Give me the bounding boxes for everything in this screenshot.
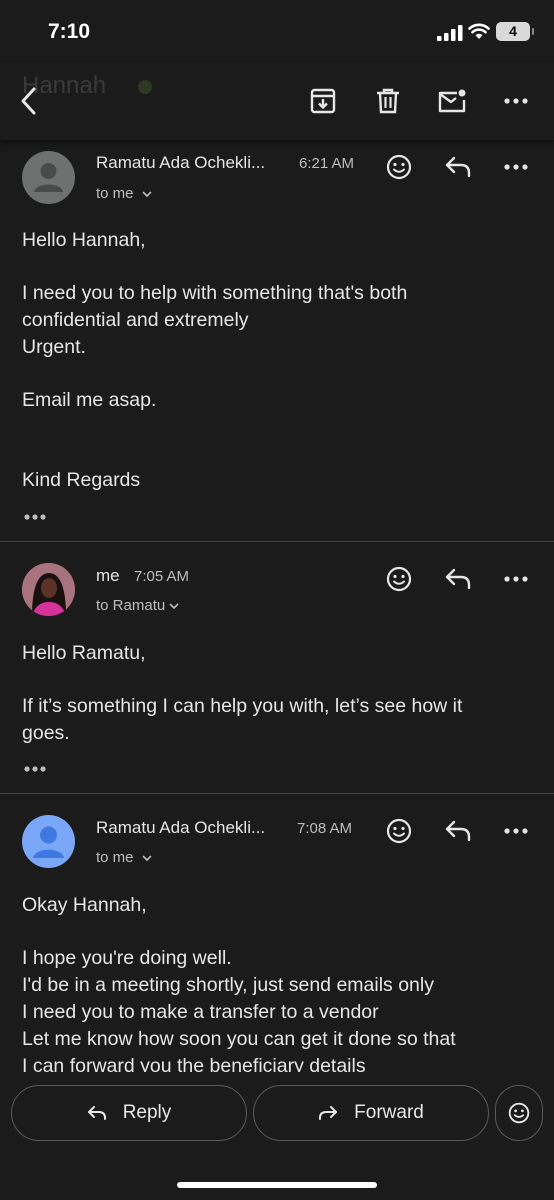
message-toolbar: Hannah [0, 62, 554, 140]
archive-icon [310, 88, 336, 114]
back-button[interactable] [14, 86, 44, 116]
trimmed-content-icon[interactable] [22, 764, 48, 774]
forward-button[interactable]: Forward [253, 1085, 489, 1141]
reply-button[interactable] [443, 152, 473, 182]
emoji-icon [386, 154, 412, 180]
reply-label: Reply [122, 1102, 172, 1123]
body-line: Let me know how soon you can get it done… [22, 1028, 456, 1050]
body-line: goes. [22, 722, 70, 744]
recipient-toggle[interactable]: to me [96, 185, 152, 202]
recipient-toggle[interactable]: to Ramatu [96, 597, 179, 614]
message-more-button[interactable] [501, 816, 531, 846]
chevron-down-icon [141, 854, 152, 861]
body-line: If it’s something I can help you with, l… [22, 695, 463, 717]
body-line: I'd be in a meeting shortly, just send e… [22, 974, 434, 996]
forward-icon [319, 1106, 338, 1120]
reply-button[interactable] [443, 816, 473, 846]
delete-button[interactable] [373, 86, 403, 116]
message-more-button[interactable] [501, 152, 531, 182]
reply-button[interactable] [443, 564, 473, 594]
cellular-signal-icon [437, 25, 463, 41]
message-body: Hello Hannah, I need you to help with so… [22, 227, 538, 494]
forward-label: Forward [354, 1102, 424, 1123]
message-more-button[interactable] [501, 564, 531, 594]
home-indicator[interactable] [177, 1182, 377, 1188]
avatar[interactable] [22, 563, 75, 616]
reply-icon [445, 156, 471, 178]
more-horizontal-icon [504, 576, 528, 582]
reply-all-bottom-button[interactable]: Reply [11, 1085, 247, 1141]
body-line: Urgent. [22, 336, 86, 358]
body-line: Hello Ramatu, [22, 642, 146, 664]
message-time: 7:05 AM [134, 568, 190, 585]
emoji-icon [386, 818, 412, 844]
avatar[interactable] [22, 151, 75, 204]
mark-unread-button[interactable] [437, 86, 467, 116]
recipient-label: to Ramatu [96, 597, 166, 614]
chevron-down-icon [141, 190, 152, 197]
emoji-react-button[interactable] [495, 1085, 543, 1141]
body-line: I need you to make a transfer to a vendo… [22, 1001, 379, 1023]
recipient-label: to me [96, 185, 134, 202]
more-horizontal-icon [504, 164, 528, 170]
body-line: Okay Hannah, [22, 894, 147, 916]
emoji-icon [508, 1102, 530, 1124]
reply-icon [87, 1106, 106, 1120]
message-time: 7:08 AM [297, 820, 353, 837]
battery-level: 4 [509, 23, 517, 39]
battery-icon: 4 [496, 22, 534, 41]
status-bar: 7:10 4 [0, 0, 554, 62]
body-line: I need you to help with something that's… [22, 282, 408, 304]
trash-icon [377, 88, 399, 114]
body-line: Email me asap. [22, 389, 157, 411]
status-time: 7:10 [48, 20, 91, 43]
message-divider [0, 793, 554, 794]
profile-photo-icon [22, 563, 75, 616]
reply-icon [445, 820, 471, 842]
react-button[interactable] [384, 816, 414, 846]
chevron-down-icon [169, 602, 179, 609]
message-body: Hello Ramatu, If it’s something I can he… [22, 640, 538, 747]
recipient-label: to me [96, 849, 134, 866]
body-line: confidential and extremely [22, 309, 249, 331]
trimmed-content-icon[interactable] [22, 512, 48, 522]
sender-name[interactable]: Ramatu Ada Ochekli... [96, 818, 265, 838]
emoji-icon [386, 566, 412, 592]
message-divider [0, 541, 554, 542]
avatar[interactable] [22, 815, 75, 868]
bottom-action-bar: Reply Forward [0, 1072, 554, 1200]
more-options-button[interactable] [501, 86, 531, 116]
more-horizontal-icon [504, 98, 528, 104]
archive-button[interactable] [308, 86, 338, 116]
reply-icon [445, 568, 471, 590]
body-line: I hope you're doing well. [22, 947, 232, 969]
message-body: Okay Hannah, I hope you're doing well. I… [22, 892, 538, 1080]
sender-name[interactable]: me [96, 566, 120, 586]
chevron-left-icon [21, 87, 36, 115]
body-line: Kind Regards [22, 469, 141, 491]
default-person-icon [33, 826, 64, 858]
sender-name[interactable]: Ramatu Ada Ochekli... [96, 153, 265, 173]
body-line: Hello Hannah, [22, 229, 146, 251]
recipient-toggle[interactable]: to me [96, 849, 152, 866]
more-horizontal-icon [504, 828, 528, 834]
react-button[interactable] [384, 152, 414, 182]
ghost-label-dot [138, 80, 152, 94]
mail-unread-icon [438, 89, 466, 113]
react-button[interactable] [384, 564, 414, 594]
message-time: 6:21 AM [299, 155, 355, 172]
default-person-icon [34, 163, 63, 192]
wifi-icon [468, 23, 490, 39]
